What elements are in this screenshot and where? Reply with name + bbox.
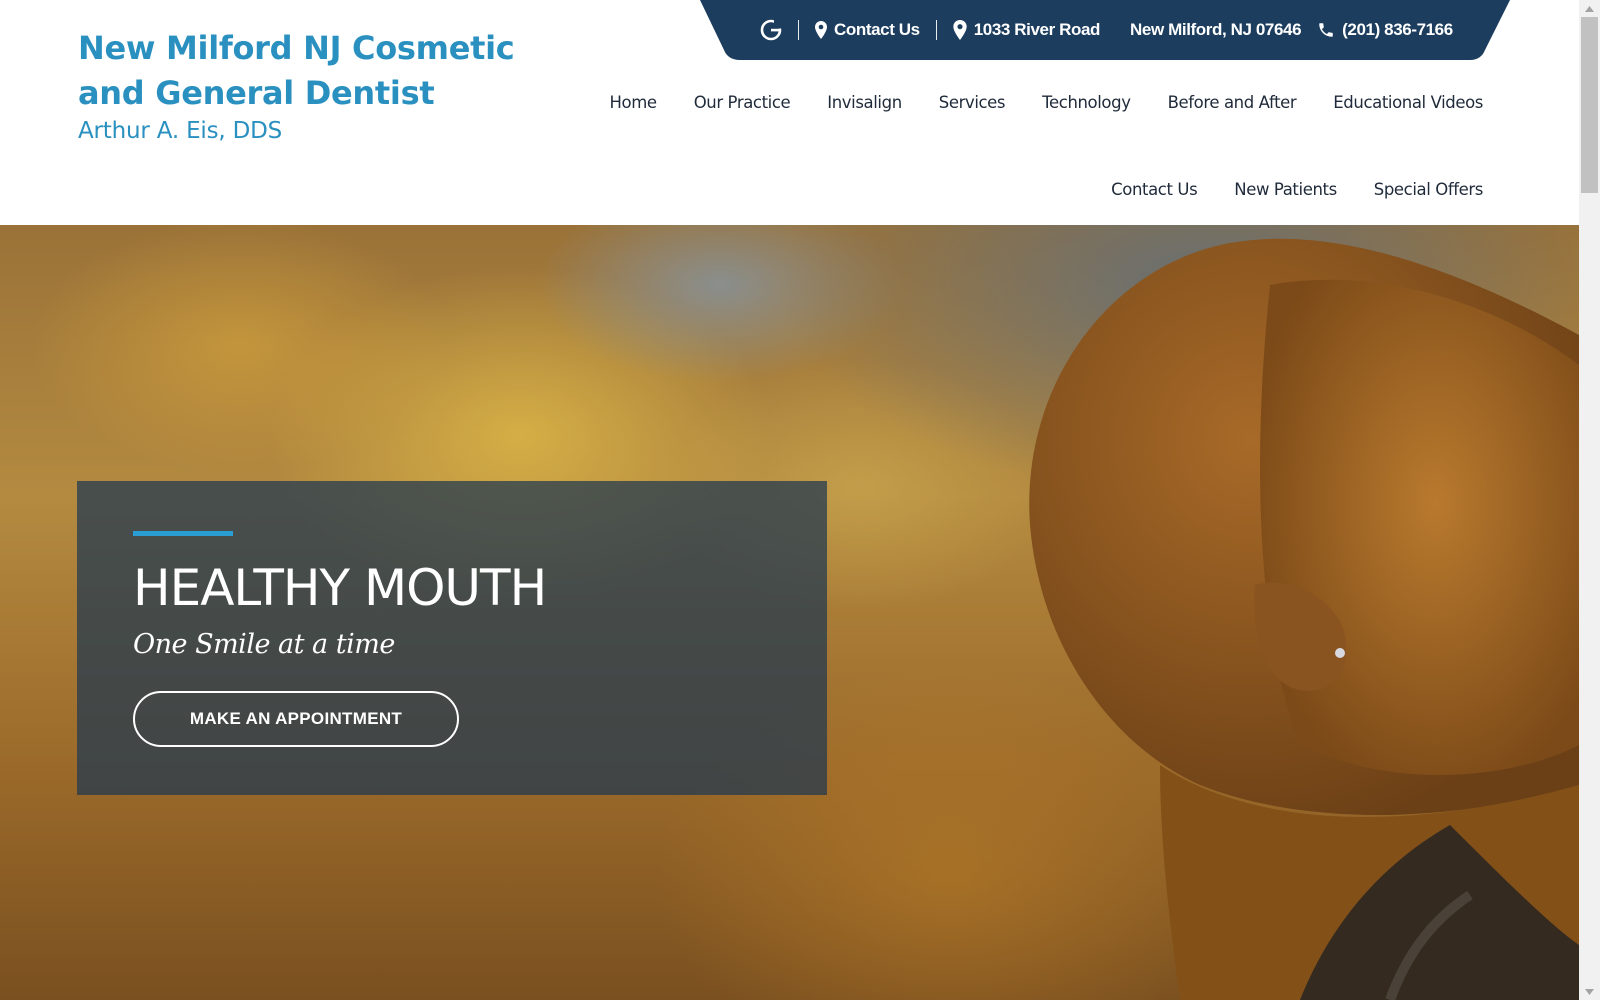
brand-block[interactable]: New Milford NJ Cosmetic and General Dent… [78, 26, 538, 144]
phone-icon [1319, 23, 1333, 37]
address-link[interactable]: 1033 River Road New Milford, NJ 07646 [953, 20, 1302, 40]
google-reviews-link[interactable] [760, 19, 782, 41]
nav-our-practice[interactable]: Our Practice [694, 88, 791, 118]
nav-contact-us[interactable]: Contact Us [1111, 175, 1198, 205]
site-header: New Milford NJ Cosmetic and General Dent… [0, 0, 1579, 225]
nav-home[interactable]: Home [610, 88, 658, 118]
page-scrollbar[interactable] [1579, 0, 1600, 1000]
hero-banner: HEALTHY MOUTH One Smile at a time MAKE A… [0, 225, 1579, 1000]
hero-tagline: One Smile at a time [133, 629, 395, 660]
hero-promo-card: HEALTHY MOUTH One Smile at a time MAKE A… [77, 481, 827, 795]
nav-technology[interactable]: Technology [1042, 88, 1131, 118]
site-subtitle: Arthur A. Eis, DDS [78, 118, 283, 144]
nav-before-and-after[interactable]: Before and After [1168, 88, 1297, 118]
nav-new-patients[interactable]: New Patients [1234, 175, 1337, 205]
main-navigation: Home Our Practice Invisalign Services Te… [583, 88, 1484, 205]
nav-special-offers[interactable]: Special Offers [1374, 175, 1484, 205]
address-street: 1033 River Road [973, 20, 1101, 39]
scrollbar-thumb[interactable] [1581, 17, 1598, 193]
phone-link[interactable]: (201) 836-7166 [1317, 20, 1453, 40]
map-pin-icon [815, 21, 827, 39]
location-icon [953, 20, 967, 40]
make-appointment-button[interactable]: MAKE AN APPOINTMENT [133, 691, 459, 747]
contact-us-label: Contact Us [834, 20, 920, 39]
nav-services[interactable]: Services [939, 88, 1006, 118]
scroll-up-arrow-icon[interactable] [1579, 0, 1600, 17]
accent-line [133, 531, 233, 536]
phone-number: (201) 836-7166 [1342, 20, 1453, 39]
separator [935, 20, 937, 40]
top-contact-bar: Contact Us 1033 River Road New Milford, … [700, 0, 1510, 60]
address-city: New Milford, NJ 07646 [1130, 20, 1302, 39]
contact-us-link[interactable]: Contact Us [815, 20, 920, 40]
hero-title: HEALTHY MOUTH [133, 559, 547, 617]
google-icon [760, 19, 782, 41]
nav-invisalign[interactable]: Invisalign [827, 88, 902, 118]
site-title[interactable]: New Milford NJ Cosmetic and General Dent… [78, 26, 538, 116]
scroll-down-arrow-icon[interactable] [1579, 983, 1600, 1000]
separator [798, 20, 799, 40]
nav-educational-videos[interactable]: Educational Videos [1333, 88, 1483, 118]
